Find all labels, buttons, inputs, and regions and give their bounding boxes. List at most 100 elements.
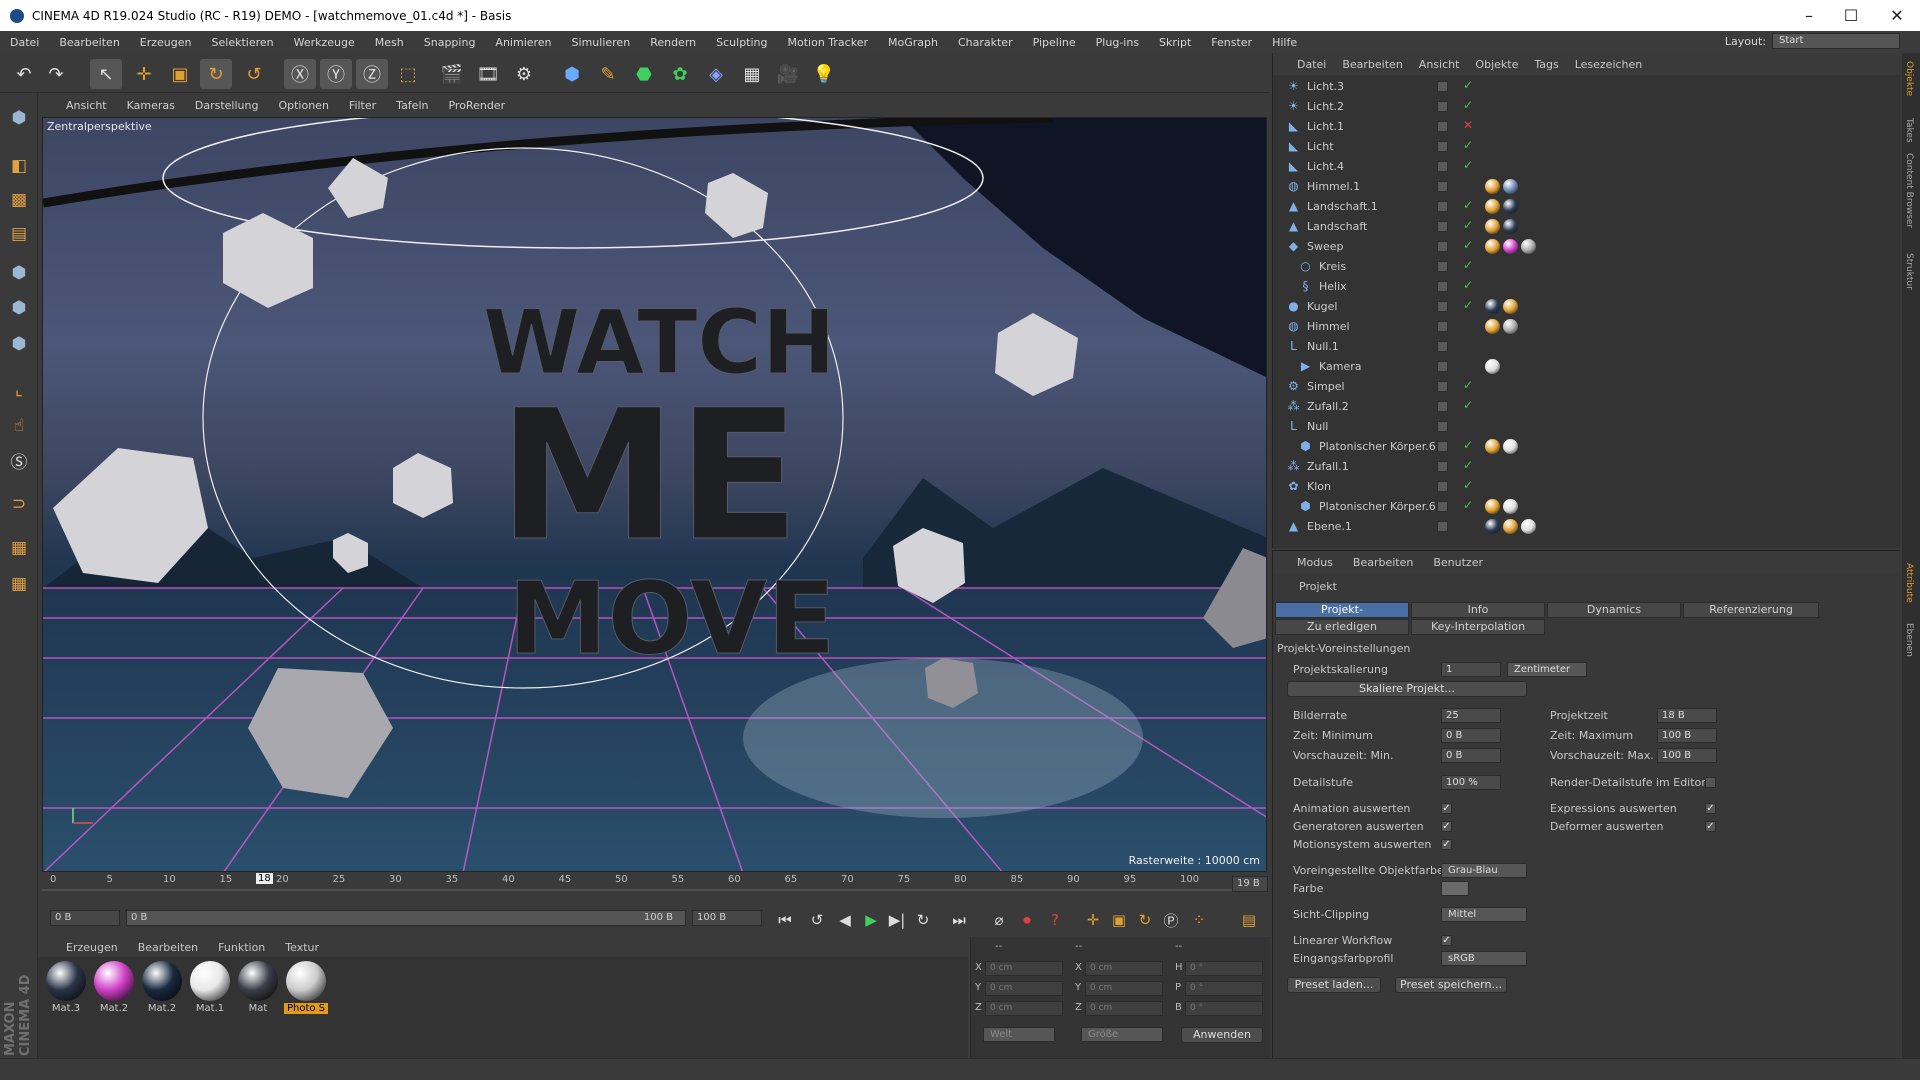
material-tag-icon[interactable] bbox=[1521, 519, 1536, 534]
object-row[interactable]: ◍ Himmel bbox=[1273, 317, 1885, 337]
maximize-button[interactable]: ☐ bbox=[1828, 0, 1874, 31]
menu-hilfe[interactable]: Hilfe bbox=[1262, 36, 1307, 49]
material-tag-icon[interactable] bbox=[1503, 179, 1518, 194]
enabled-toggle[interactable]: ✓ bbox=[1463, 218, 1473, 232]
bilderrate-field[interactable]: 25 bbox=[1441, 708, 1501, 723]
menu-bearbeiten[interactable]: Bearbeiten bbox=[49, 36, 129, 49]
enabled-toggle[interactable]: ✓ bbox=[1463, 298, 1473, 312]
make-editable-icon[interactable]: ⬢ bbox=[4, 103, 34, 133]
material-tag-icon[interactable] bbox=[1503, 519, 1518, 534]
object-row[interactable]: ▲ Ebene.1 bbox=[1273, 517, 1885, 537]
enabled-toggle[interactable]: ✓ bbox=[1463, 278, 1473, 292]
coord-size-dropdown[interactable]: Größe bbox=[1081, 1027, 1163, 1042]
enabled-toggle[interactable]: ✓ bbox=[1463, 378, 1473, 392]
menu-erzeugen[interactable]: Erzeugen bbox=[130, 36, 202, 49]
enabled-toggle[interactable]: ✓ bbox=[1463, 158, 1473, 172]
material-tag-icon[interactable] bbox=[1485, 199, 1500, 214]
object-row[interactable]: ⁂ Zufall.2 ✓ bbox=[1273, 397, 1885, 417]
layer-toggle[interactable] bbox=[1437, 521, 1448, 532]
viewport-menu-kameras[interactable]: Kameras bbox=[117, 99, 185, 112]
object-row[interactable]: ◍ Himmel.1 bbox=[1273, 177, 1885, 197]
uv-grid-icon[interactable]: ▦ bbox=[4, 569, 34, 599]
viewport-menu-optionen[interactable]: Optionen bbox=[268, 99, 338, 112]
enabled-toggle[interactable]: ✓ bbox=[1463, 478, 1473, 492]
enabled-toggle[interactable]: ✓ bbox=[1463, 198, 1473, 212]
enabled-toggle[interactable]: ✓ bbox=[1463, 398, 1473, 412]
viewport-menu-darstellung[interactable]: Darstellung bbox=[185, 99, 269, 112]
select-icon[interactable]: ↖ bbox=[90, 59, 122, 89]
viewport-menu-ansicht[interactable]: Ansicht bbox=[38, 99, 117, 112]
material-tag-icon[interactable] bbox=[1521, 239, 1536, 254]
polygons-mode-icon[interactable]: ⬢ bbox=[4, 329, 34, 359]
camera-icon[interactable]: 🎥 bbox=[772, 59, 804, 89]
subdivision-icon[interactable]: ⬣ bbox=[628, 59, 660, 89]
axis-mode-icon[interactable]: ⌞ bbox=[4, 375, 34, 405]
end-frame-field[interactable]: 100 B bbox=[692, 910, 762, 926]
attr-menu-benutzer[interactable]: Benutzer bbox=[1423, 556, 1493, 569]
object-row[interactable]: ☀ Licht.3 ✓ bbox=[1273, 77, 1885, 97]
sidetab-objekte[interactable]: Objekte bbox=[1904, 61, 1914, 96]
layer-toggle[interactable] bbox=[1437, 301, 1448, 312]
material-swatch[interactable]: Mat.2 bbox=[92, 961, 136, 1014]
close-button[interactable]: ✕ bbox=[1874, 0, 1920, 31]
material-menu-funktion[interactable]: Funktion bbox=[208, 941, 275, 954]
zeit-maximum-field[interactable]: 100 B bbox=[1657, 728, 1717, 743]
menu-motion-tracker[interactable]: Motion Tracker bbox=[778, 36, 878, 49]
object-row[interactable]: ⚙ Simpel ✓ bbox=[1273, 377, 1885, 397]
menu-selektieren[interactable]: Selektieren bbox=[202, 36, 284, 49]
render-picture-icon[interactable]: 🎞 bbox=[472, 59, 504, 89]
layer-toggle[interactable] bbox=[1437, 441, 1448, 452]
tab-info[interactable]: Info bbox=[1411, 602, 1545, 618]
material-swatch[interactable]: Mat.1 bbox=[188, 961, 232, 1014]
pen-icon[interactable]: ✎ bbox=[592, 59, 624, 89]
zeit-minimum-field[interactable]: 0 B bbox=[1441, 728, 1501, 743]
layout-dropdown[interactable]: Start bbox=[1772, 33, 1900, 49]
projektskalierung-field[interactable]: 1 bbox=[1441, 662, 1501, 677]
obj-menu-tags[interactable]: Tags bbox=[1526, 58, 1566, 71]
layer-toggle[interactable] bbox=[1437, 421, 1448, 432]
light-icon[interactable]: 💡 bbox=[808, 59, 840, 89]
goto-end-icon[interactable]: ⏭ bbox=[948, 910, 970, 930]
layer-toggle[interactable] bbox=[1437, 101, 1448, 112]
obj-menu-bearbeiten[interactable]: Bearbeiten bbox=[1334, 58, 1410, 71]
coord-value-field[interactable]: 0 cm bbox=[985, 961, 1063, 976]
coord-value-field[interactable]: 0 cm bbox=[985, 1001, 1063, 1016]
enabled-toggle[interactable]: ✓ bbox=[1463, 498, 1473, 512]
key-pla-icon[interactable]: ⁘ bbox=[1188, 910, 1210, 930]
enabled-toggle[interactable]: ✓ bbox=[1463, 458, 1473, 472]
y-axis-icon[interactable]: Ⓨ bbox=[320, 59, 352, 89]
layer-toggle[interactable] bbox=[1437, 381, 1448, 392]
tab-key-interpolation[interactable]: Key-Interpolation bbox=[1411, 619, 1545, 635]
layer-toggle[interactable] bbox=[1437, 341, 1448, 352]
material-swatch[interactable]: Mat.3 bbox=[44, 961, 88, 1014]
object-row[interactable]: § Helix ✓ bbox=[1273, 277, 1885, 297]
coord-value-field[interactable]: 0 cm bbox=[1085, 981, 1163, 996]
viewport-menu-prorender[interactable]: ProRender bbox=[438, 99, 515, 112]
material-tag-icon[interactable] bbox=[1485, 239, 1500, 254]
material-tag-icon[interactable] bbox=[1485, 219, 1500, 234]
coord-value-field[interactable]: 0 ° bbox=[1185, 1001, 1263, 1016]
menu-charakter[interactable]: Charakter bbox=[948, 36, 1023, 49]
apply-button[interactable]: Anwenden bbox=[1181, 1027, 1263, 1043]
layer-toggle[interactable] bbox=[1437, 281, 1448, 292]
coord-value-field[interactable]: 0 ° bbox=[1185, 981, 1263, 996]
tab-dynamics[interactable]: Dynamics bbox=[1547, 602, 1681, 618]
deformer-auswerten-checkbox[interactable]: ✓ bbox=[1705, 821, 1716, 832]
material-tag-icon[interactable] bbox=[1485, 299, 1500, 314]
render-detailstufe-checkbox[interactable] bbox=[1705, 777, 1716, 788]
autokey-icon[interactable]: ⏺ bbox=[1016, 910, 1038, 930]
next-frame-icon[interactable]: ▶| bbox=[886, 910, 908, 930]
expressions-auswerten-checkbox[interactable]: ✓ bbox=[1705, 803, 1716, 814]
preset-laden-button[interactable]: Preset laden... bbox=[1287, 977, 1381, 993]
viewport-menu-tafeln[interactable]: Tafeln bbox=[386, 99, 438, 112]
material-menu-erzeugen[interactable]: Erzeugen bbox=[38, 941, 128, 954]
object-row[interactable]: ◆ Sweep ✓ bbox=[1273, 237, 1885, 257]
start-frame-field[interactable]: 0 B bbox=[50, 910, 120, 926]
key-param-icon[interactable]: Ⓟ bbox=[1160, 910, 1182, 930]
material-tag-icon[interactable] bbox=[1503, 319, 1518, 334]
skaliere-projekt-button[interactable]: Skaliere Projekt... bbox=[1287, 681, 1527, 697]
layer-toggle[interactable] bbox=[1437, 181, 1448, 192]
material-swatch[interactable]: Mat.2 bbox=[140, 961, 184, 1014]
edges-mode-icon[interactable]: ⬢ bbox=[4, 293, 34, 323]
motionsystem-auswerten-checkbox[interactable]: ✓ bbox=[1441, 839, 1452, 850]
